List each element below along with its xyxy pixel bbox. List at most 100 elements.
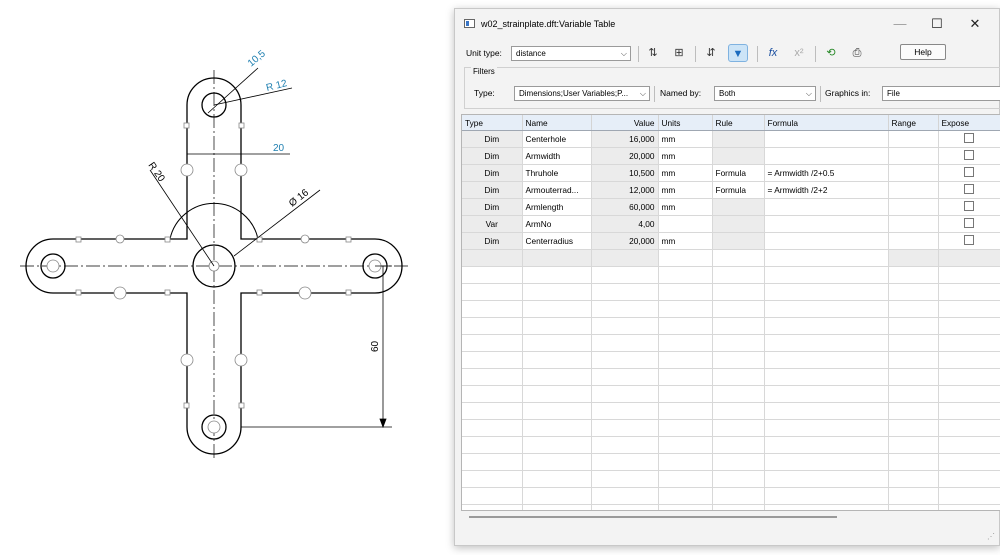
cell-name[interactable]: [522, 300, 592, 318]
cell-type[interactable]: Dim: [462, 130, 523, 148]
cell-units[interactable]: [657, 504, 713, 510]
cell-units[interactable]: [657, 385, 713, 403]
function-icon[interactable]: fx: [763, 44, 783, 62]
cell-formula[interactable]: [764, 504, 889, 510]
expose-checkbox[interactable]: [964, 167, 974, 177]
cell-value[interactable]: [591, 504, 659, 510]
cell-units[interactable]: [657, 419, 713, 437]
cell-type[interactable]: [462, 351, 523, 369]
table-row[interactable]: Var ArmNo 4,00: [462, 215, 1000, 233]
cell-formula[interactable]: [764, 368, 889, 386]
cell-rule[interactable]: [712, 249, 765, 267]
table-row[interactable]: Dim Armlength 60,000 mm: [462, 198, 1000, 216]
expose-checkbox[interactable]: [964, 235, 974, 245]
cell-type[interactable]: [462, 504, 523, 510]
cell-range[interactable]: [888, 232, 939, 250]
cell-formula[interactable]: [764, 436, 889, 454]
cell-formula[interactable]: [764, 283, 889, 301]
cell-name[interactable]: Armwidth: [522, 147, 592, 165]
cell-type[interactable]: [462, 317, 523, 335]
cell-type[interactable]: [462, 249, 523, 267]
cell-range[interactable]: [888, 351, 939, 369]
cell-formula[interactable]: [764, 334, 889, 352]
cell-rule[interactable]: [712, 436, 765, 454]
cell-name[interactable]: [522, 436, 592, 454]
cell-range[interactable]: [888, 487, 939, 505]
cell-expose[interactable]: [938, 266, 1000, 284]
cell-range[interactable]: [888, 453, 939, 471]
expose-checkbox[interactable]: [964, 184, 974, 194]
cell-type[interactable]: [462, 385, 523, 403]
cell-rule[interactable]: Formula: [712, 164, 765, 182]
cell-value[interactable]: 12,000: [591, 181, 659, 199]
cell-rule[interactable]: [712, 402, 765, 420]
cell-name[interactable]: Armouterrad...: [522, 181, 592, 199]
refresh-icon[interactable]: ⟲: [821, 44, 841, 62]
cell-formula[interactable]: [764, 232, 889, 250]
cell-formula[interactable]: [764, 351, 889, 369]
cell-expose[interactable]: [938, 232, 1000, 250]
cell-name[interactable]: [522, 283, 592, 301]
cell-name[interactable]: [522, 487, 592, 505]
cell-expose[interactable]: [938, 198, 1000, 216]
cell-formula[interactable]: [764, 130, 889, 148]
cell-units[interactable]: [657, 266, 713, 284]
subscript-icon[interactable]: x²: [789, 44, 809, 62]
cell-rule[interactable]: [712, 300, 765, 318]
cell-units[interactable]: [657, 402, 713, 420]
cell-type[interactable]: [462, 368, 523, 386]
maximize-button[interactable]: ☐: [922, 14, 952, 34]
column-header-name[interactable]: Name: [522, 115, 592, 131]
table-row[interactable]: [462, 487, 1000, 505]
cell-range[interactable]: [888, 164, 939, 182]
cell-type[interactable]: [462, 283, 523, 301]
minimize-button[interactable]: —: [885, 14, 915, 34]
cell-expose[interactable]: [938, 385, 1000, 403]
cell-range[interactable]: [888, 504, 939, 510]
cell-expose[interactable]: [938, 504, 1000, 510]
cell-value[interactable]: [591, 487, 659, 505]
cell-expose[interactable]: [938, 249, 1000, 267]
cell-expose[interactable]: [938, 147, 1000, 165]
cell-rule[interactable]: [712, 504, 765, 510]
cell-units[interactable]: mm: [657, 130, 713, 148]
column-header-formula[interactable]: Formula: [764, 115, 889, 131]
cell-type[interactable]: [462, 453, 523, 471]
cell-expose[interactable]: [938, 419, 1000, 437]
column-header-value[interactable]: Value: [591, 115, 659, 131]
cell-rule[interactable]: Formula: [712, 181, 765, 199]
cell-units[interactable]: [657, 215, 713, 233]
cell-rule[interactable]: [712, 385, 765, 403]
cell-formula[interactable]: [764, 487, 889, 505]
table-row[interactable]: Dim Armouterrad... 12,000 mm Formula = Armwid…: [462, 181, 1000, 199]
cell-range[interactable]: [888, 334, 939, 352]
expose-checkbox[interactable]: [964, 218, 974, 228]
cell-units[interactable]: [657, 436, 713, 454]
cell-type[interactable]: [462, 266, 523, 284]
cell-formula[interactable]: [764, 470, 889, 488]
cell-range[interactable]: [888, 419, 939, 437]
cell-expose[interactable]: [938, 181, 1000, 199]
cell-range[interactable]: [888, 436, 939, 454]
column-header-type[interactable]: Type: [462, 115, 523, 131]
cell-value[interactable]: 10,500: [591, 164, 659, 182]
cell-units[interactable]: [657, 283, 713, 301]
cell-rule[interactable]: [712, 130, 765, 148]
cell-expose[interactable]: [938, 402, 1000, 420]
cell-range[interactable]: [888, 470, 939, 488]
cell-units[interactable]: mm: [657, 198, 713, 216]
unit-type-select[interactable]: distance ⌵: [511, 46, 631, 61]
cell-value[interactable]: 16,000: [591, 130, 659, 148]
cell-range[interactable]: [888, 402, 939, 420]
cell-name[interactable]: [522, 334, 592, 352]
cell-expose[interactable]: [938, 487, 1000, 505]
cell-units[interactable]: [657, 351, 713, 369]
cell-units[interactable]: [657, 300, 713, 318]
cell-value[interactable]: 4,00: [591, 215, 659, 233]
cell-formula[interactable]: [764, 266, 889, 284]
cell-units[interactable]: [657, 487, 713, 505]
table-row[interactable]: [462, 453, 1000, 471]
cell-range[interactable]: [888, 147, 939, 165]
cell-name[interactable]: Armlength: [522, 198, 592, 216]
cell-value[interactable]: 60,000: [591, 198, 659, 216]
